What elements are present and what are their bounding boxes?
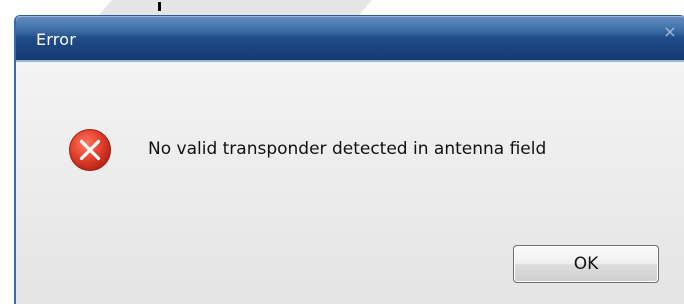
ok-button[interactable]: OK <box>513 245 659 283</box>
stray-mark <box>158 2 161 11</box>
title-bar-gloss <box>16 16 684 36</box>
error-message: No valid transponder detected in antenna… <box>148 139 547 159</box>
screenshot: Error × No valid transponder detected in… <box>0 0 684 304</box>
close-icon[interactable]: × <box>662 24 678 40</box>
title-bar-divider <box>16 60 684 62</box>
error-icon <box>69 129 111 171</box>
title-bar[interactable]: Error × <box>16 16 684 60</box>
dialog-title: Error <box>36 30 76 49</box>
error-dialog: Error × No valid transponder detected in… <box>14 15 684 304</box>
